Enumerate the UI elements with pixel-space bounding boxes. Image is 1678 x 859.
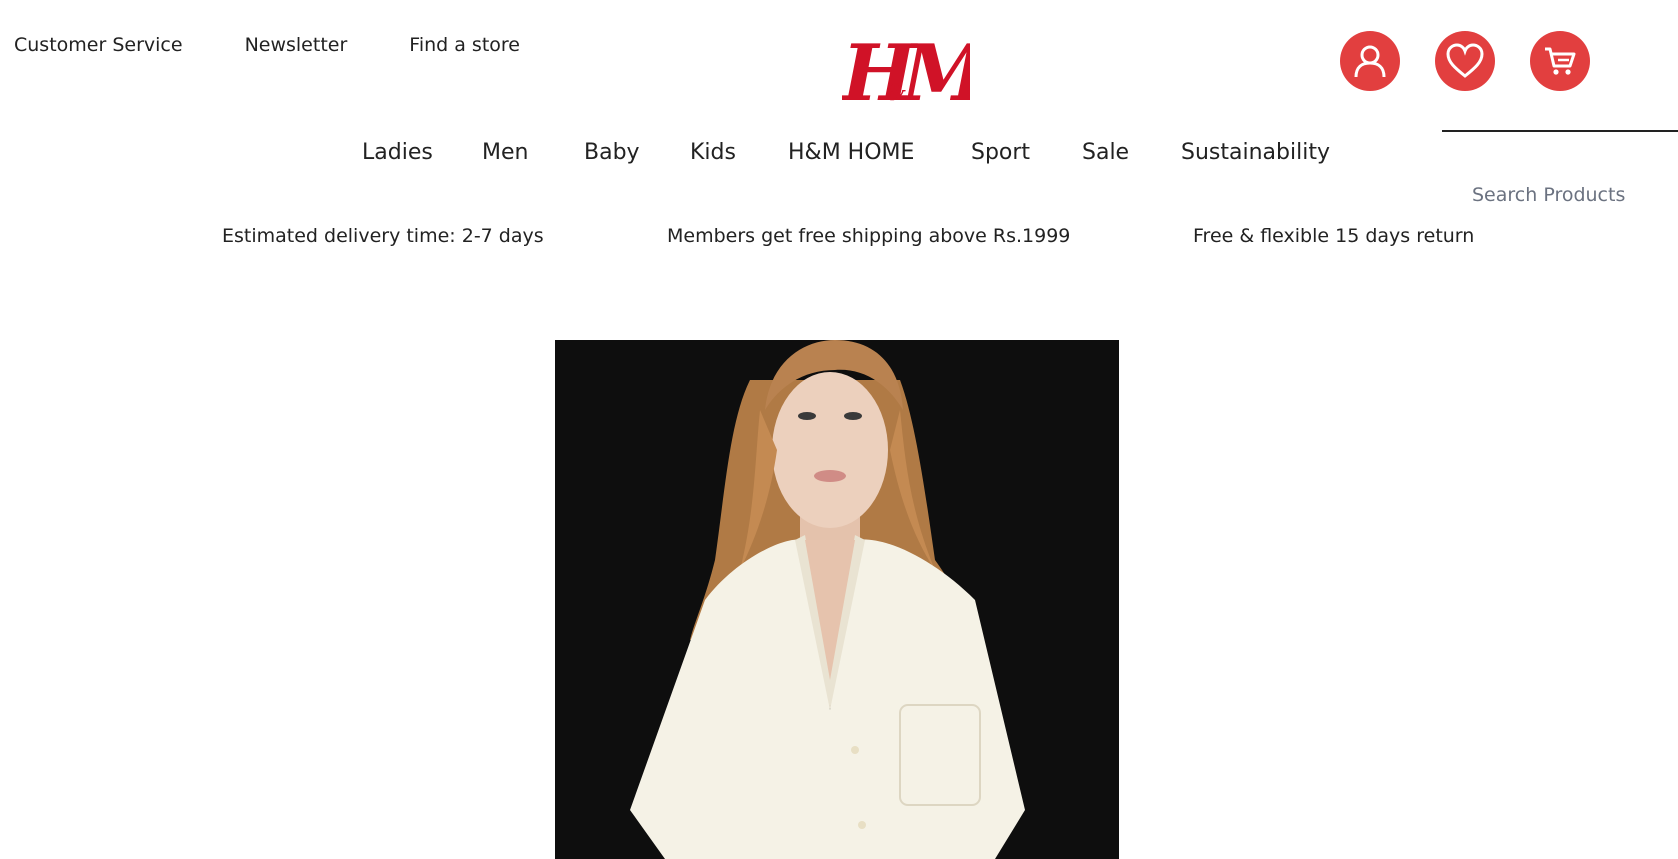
nav-item-ladies[interactable]: Ladies: [362, 140, 433, 165]
nav-item-hm-home[interactable]: H&M HOME: [788, 140, 914, 165]
shipping-info: Members get free shipping above Rs.1999: [667, 225, 1071, 247]
search-underline: [1442, 130, 1678, 132]
header-icons: [1340, 31, 1590, 91]
newsletter-link[interactable]: Newsletter: [245, 34, 348, 56]
nav-item-sale[interactable]: Sale: [1082, 140, 1129, 165]
nav-item-sport[interactable]: Sport: [971, 140, 1030, 165]
delivery-info: Estimated delivery time: 2-7 days: [222, 225, 544, 247]
hm-logo-mark: H & M: [840, 28, 991, 119]
returns-info: Free & flexible 15 days return: [1193, 225, 1475, 247]
hero-image[interactable]: [555, 340, 1119, 859]
customer-service-link[interactable]: Customer Service: [14, 34, 183, 56]
heart-icon: [1446, 43, 1484, 78]
nav-item-sustainability[interactable]: Sustainability: [1181, 140, 1330, 165]
wishlist-button[interactable]: [1435, 31, 1495, 91]
nav-item-baby[interactable]: Baby: [584, 140, 640, 165]
account-icon: [1354, 45, 1386, 78]
nav-item-kids[interactable]: Kids: [690, 140, 736, 165]
find-store-link[interactable]: Find a store: [409, 34, 520, 56]
cart-icon: [1545, 47, 1576, 75]
hm-logo[interactable]: H & M: [840, 28, 991, 119]
account-button[interactable]: [1340, 31, 1400, 91]
cart-button[interactable]: [1530, 31, 1590, 91]
svg-text:M: M: [899, 28, 970, 114]
utility-nav: Customer Service Newsletter Find a store: [14, 34, 582, 56]
model-photo: [555, 340, 1119, 859]
nav-item-men[interactable]: Men: [482, 140, 528, 165]
search-input[interactable]: [1470, 183, 1674, 207]
